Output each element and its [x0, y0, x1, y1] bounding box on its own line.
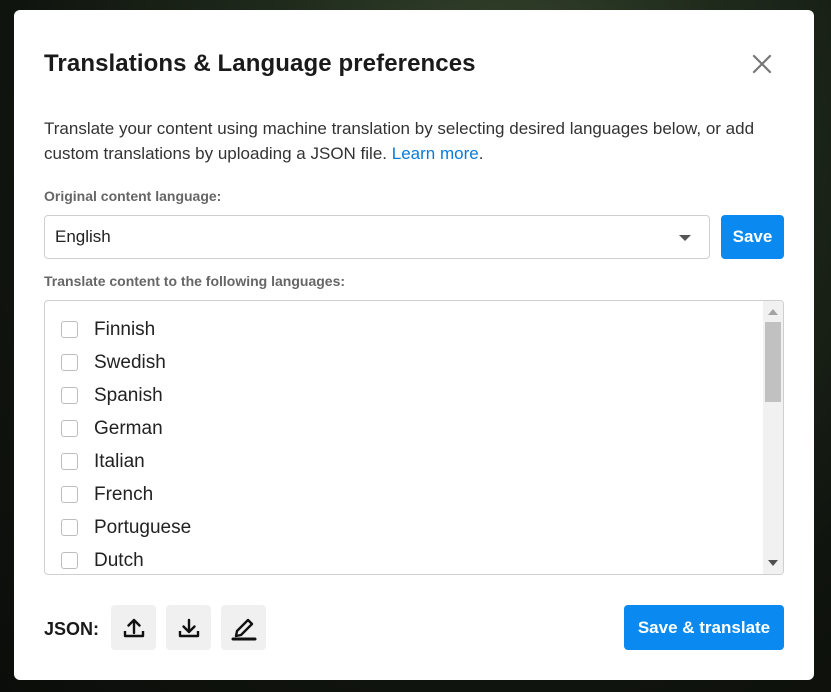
upload-json-button[interactable] [111, 605, 156, 650]
save-language-button[interactable]: Save [721, 215, 784, 259]
list-item-dutch[interactable]: Dutch [61, 544, 144, 574]
scroll-up-icon[interactable] [768, 309, 778, 315]
chevron-down-icon [679, 235, 691, 241]
scrollbar-thumb[interactable] [765, 322, 781, 402]
language-list[interactable]: Finnish Swedish Spanish German Italian F… [44, 300, 784, 575]
list-item-french[interactable]: French [61, 478, 153, 511]
checkbox-italian[interactable] [61, 453, 78, 470]
download-json-button[interactable] [166, 605, 211, 650]
list-item-german[interactable]: German [61, 412, 163, 445]
list-item-swedish[interactable]: Swedish [61, 346, 166, 379]
list-item-italian[interactable]: Italian [61, 445, 145, 478]
checkbox-french[interactable] [61, 486, 78, 503]
scrollbar[interactable] [763, 301, 783, 574]
close-icon [752, 54, 772, 74]
edit-json-button[interactable] [221, 605, 266, 650]
original-language-select[interactable]: English [44, 215, 710, 259]
translations-dialog: Translations & Language preferences Tran… [14, 10, 814, 680]
language-label: Spanish [94, 384, 163, 406]
list-item-finnish[interactable]: Finnish [61, 313, 155, 346]
language-label: Swedish [94, 351, 166, 373]
language-label: French [94, 483, 154, 505]
checkbox-portuguese[interactable] [61, 519, 78, 536]
translate-to-label: Translate content to the following langu… [44, 273, 346, 289]
list-item-portuguese[interactable]: Portuguese [61, 511, 191, 544]
learn-more-link[interactable]: Learn more [392, 144, 479, 163]
original-language-label: Original content language: [44, 188, 222, 204]
dialog-title: Translations & Language preferences [44, 50, 476, 77]
checkbox-german[interactable] [61, 420, 78, 437]
language-label: Portuguese [94, 516, 192, 538]
list-item-spanish[interactable]: Spanish [61, 379, 163, 412]
close-button[interactable] [748, 50, 776, 78]
checkbox-finnish[interactable] [61, 321, 78, 338]
selected-language: English [55, 227, 111, 246]
description-end: . [478, 144, 484, 163]
download-icon [178, 618, 199, 637]
language-label: Finnish [94, 318, 156, 340]
language-label: Italian [94, 450, 145, 472]
scroll-down-icon[interactable] [768, 560, 778, 566]
upload-icon [123, 618, 144, 637]
save-and-translate-button[interactable]: Save & translate [624, 605, 784, 650]
language-label: Dutch [94, 549, 144, 571]
dialog-description: Translate your content using machine tra… [44, 116, 784, 166]
checkbox-spanish[interactable] [61, 387, 78, 404]
checkbox-dutch[interactable] [61, 552, 78, 569]
checkbox-swedish[interactable] [61, 354, 78, 371]
edit-icon [231, 618, 256, 640]
json-label: JSON: [44, 619, 100, 639]
language-label: German [94, 417, 163, 439]
